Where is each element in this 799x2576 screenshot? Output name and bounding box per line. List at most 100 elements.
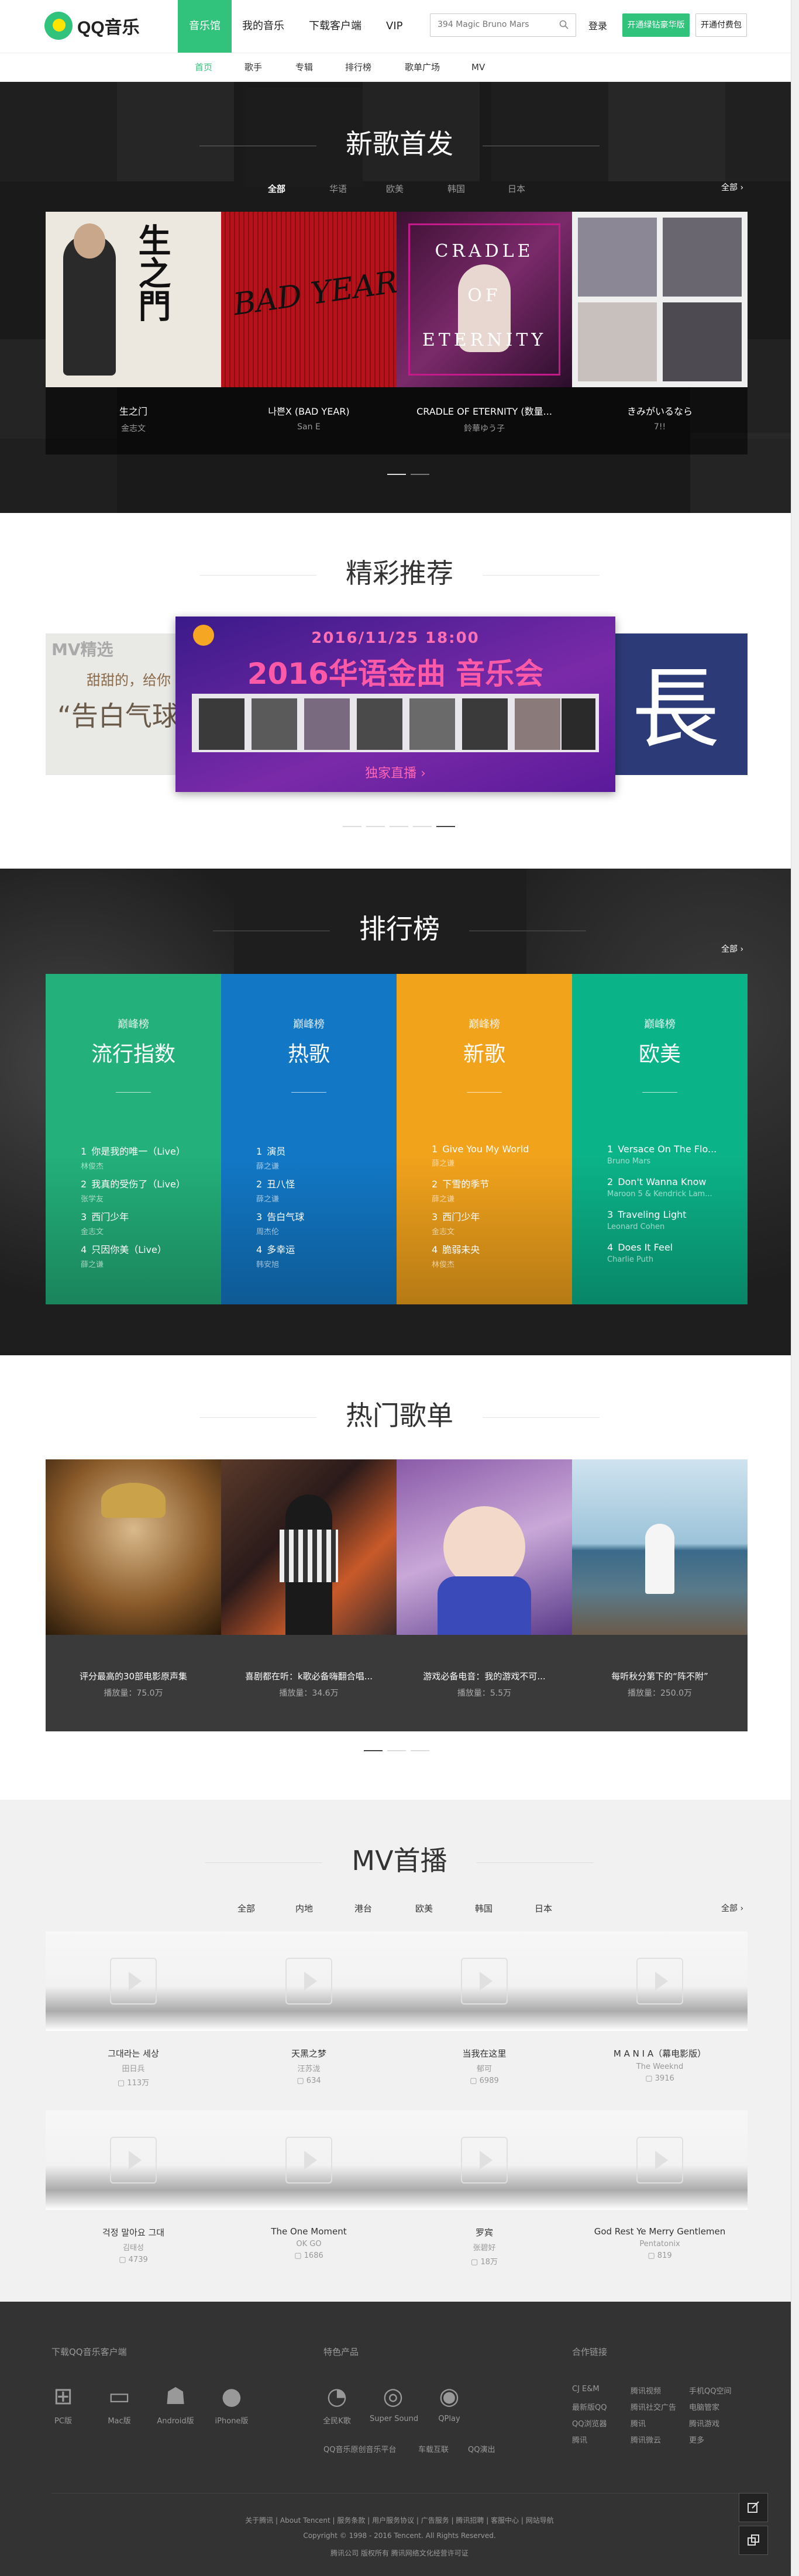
rank-song-title[interactable]: 2 丑八怪 <box>256 1176 385 1190</box>
carousel-dot[interactable] <box>387 1750 406 1751</box>
nav-music-hall[interactable]: 音乐馆 <box>178 0 232 53</box>
open-vip-button[interactable]: 开通绿钻豪华版 <box>622 13 690 37</box>
banner-left[interactable]: MV精选 甜甜的，给你 “告白气球 <box>46 633 175 775</box>
carousel-dot[interactable] <box>343 826 361 827</box>
partner-link[interactable]: 电脑管家 <box>689 2401 719 2412</box>
mv-artist[interactable]: 田日兵 <box>46 2062 221 2074</box>
song-title[interactable]: 나쁜X (BAD YEAR) <box>221 404 397 418</box>
rank-name[interactable]: 新歌 <box>397 1037 572 1067</box>
rank-song-title[interactable]: 2 Don't Wanna Know <box>607 1176 736 1187</box>
rank-song-row[interactable]: 2 我真的受伤了（Live） 张学友 <box>81 1176 209 1204</box>
partner-link[interactable]: 腾讯微云 <box>631 2434 661 2445</box>
mv-thumbnail[interactable] <box>572 2110 748 2210</box>
partner-link[interactable]: 腾讯游戏 <box>689 2417 719 2429</box>
mv-card[interactable]: 그대라는 세상 田日兵 ▢ 113万 <box>46 1931 221 2088</box>
banner-center-concert[interactable]: 2016/11/25 18:00 2016华语金曲 音乐会 独家直播 › <box>175 617 615 792</box>
product-label[interactable]: 全民K歌 <box>314 2415 360 2426</box>
album-cover[interactable]: BAD YEAR <box>221 212 397 387</box>
song-artist[interactable]: 7!! <box>572 422 748 432</box>
rank-song-artist[interactable]: Bruno Mars <box>607 1157 736 1166</box>
search-box[interactable] <box>430 13 576 37</box>
rank-song-name[interactable]: Does It Feel <box>618 1242 673 1253</box>
rank-song-row[interactable]: 1 你是我的唯一（Live） 林俊杰 <box>81 1144 209 1171</box>
rank-song-artist[interactable]: 薛之谦 <box>256 1193 385 1204</box>
playlist-title[interactable]: 游戏必备电音：我的游戏不可... <box>397 1670 572 1682</box>
rank-song-name[interactable]: 下雪的季节 <box>442 1179 489 1190</box>
rank-song-title[interactable]: 1 Versace On The Flo... <box>607 1144 736 1155</box>
rank-song-row[interactable]: 3 西门少年 金志文 <box>81 1209 209 1237</box>
nav-download-client[interactable]: 下载客户端 <box>309 0 361 53</box>
mv-tab-mainland[interactable]: 内地 <box>295 1902 313 1914</box>
product-qplay[interactable]: ◉ QPlay <box>426 2382 473 2423</box>
rank-song-artist[interactable]: 周杰伦 <box>256 1225 385 1237</box>
rank-song-artist[interactable]: 薛之谦 <box>432 1193 560 1204</box>
play-icon[interactable] <box>636 2137 683 2184</box>
subnav-mv[interactable]: MV <box>471 53 485 82</box>
playlist-card[interactable]: 每听秋分第下的“阵不附” 播放量：250.0万 <box>572 1459 748 1731</box>
mv-title[interactable]: 罗宾 <box>397 2226 572 2238</box>
mv-artist[interactable]: 郁可 <box>397 2062 572 2074</box>
mv-thumbnail[interactable] <box>46 2110 221 2210</box>
rank-song-row[interactable]: 2 丑八怪薛之谦 <box>256 1176 385 1204</box>
rank-song-artist[interactable]: 林俊杰 <box>81 1160 209 1171</box>
song-artist[interactable]: 金志文 <box>46 422 221 434</box>
playlist-title[interactable]: 喜剧都在听：k歌必备嗨翻合唱... <box>221 1670 397 1682</box>
mv-title[interactable]: The One Moment <box>221 2226 397 2237</box>
rank-card[interactable]: 巅峰榜 热歌 1 演员 薛之谦 2 丑八怪 薛之谦 3 告白气球 周杰伦 4 多幸运 韩安旭 <box>221 974 397 1304</box>
playlist-title[interactable]: 每听秋分第下的“阵不附” <box>572 1670 748 1682</box>
subnav-playlist-square[interactable]: 歌单广场 <box>405 53 440 82</box>
mv-artist[interactable]: OK GO <box>221 2240 397 2248</box>
rank-song-artist[interactable]: 韩安旭 <box>256 1258 385 1269</box>
rank-song-row[interactable]: 3 告白气球 周杰伦 <box>256 1209 385 1237</box>
login-link[interactable]: 登录 <box>588 0 607 53</box>
mv-title[interactable]: 当我在这里 <box>397 2047 572 2060</box>
new-songs-all-link[interactable]: 全部 › <box>721 181 743 193</box>
playlist-cover[interactable] <box>221 1459 397 1635</box>
mv-title[interactable]: 그대라는 세상 <box>46 2047 221 2060</box>
open-pay-package-button[interactable]: 开通付费包 <box>695 13 747 37</box>
subnav-home[interactable]: 首页 <box>195 53 212 82</box>
download-label[interactable]: PC版 <box>40 2415 87 2426</box>
carousel-dot-active[interactable] <box>436 826 455 827</box>
rank-song-row[interactable]: 1 Versace On The Flo... Bruno Mars <box>607 1144 736 1166</box>
rank-song-title[interactable]: 1 演员 <box>256 1144 385 1158</box>
rank-song-artist[interactable]: Charlie Puth <box>607 1255 736 1264</box>
playlist-cover[interactable] <box>397 1459 572 1635</box>
playlist-cover[interactable] <box>572 1459 748 1635</box>
mv-artist[interactable]: Pentatonix <box>572 2240 748 2248</box>
mv-thumbnail[interactable] <box>221 2110 397 2210</box>
rank-song-name[interactable]: 演员 <box>267 1146 285 1157</box>
rank-song-name[interactable]: 我真的受伤了（Live） <box>91 1179 185 1190</box>
rank-song-artist[interactable]: 张学友 <box>81 1193 209 1204</box>
song-title[interactable]: きみがいるなら <box>572 404 748 418</box>
mv-thumbnail[interactable] <box>397 1931 572 2031</box>
partner-link[interactable]: CJ E&M <box>572 2385 600 2394</box>
carousel-dot[interactable] <box>411 474 429 475</box>
download-label[interactable]: iPhone版 <box>208 2415 255 2426</box>
new-tab-korean[interactable]: 韩国 <box>447 182 465 195</box>
footer-links[interactable]: 关于腾讯 | About Tencent | 服务条款 | 用户服务协议 | 广… <box>0 2515 799 2525</box>
new-tab-chinese[interactable]: 华语 <box>329 182 347 195</box>
page-scrollbar[interactable] <box>791 0 799 2576</box>
carousel-dot[interactable] <box>411 1750 429 1751</box>
rank-song-title[interactable]: 3 西门少年 <box>432 1209 560 1223</box>
subnav-charts[interactable]: 排行榜 <box>345 53 371 82</box>
rank-card[interactable]: 巅峰榜 欧美 1 Versace On The Flo... Bruno Mars 2 Do… <box>572 974 748 1304</box>
new-tab-all[interactable]: 全部 <box>268 182 285 195</box>
partner-link[interactable]: QQ浏览器 <box>572 2417 607 2429</box>
play-icon[interactable] <box>461 1958 508 2005</box>
rank-song-name[interactable]: Versace On The Flo... <box>618 1144 717 1155</box>
live-stream-button[interactable]: 独家直播 › <box>175 763 615 781</box>
rank-song-artist[interactable]: 金志文 <box>81 1225 209 1237</box>
rank-name[interactable]: 欧美 <box>572 1037 748 1067</box>
rank-song-name[interactable]: 多幸运 <box>267 1244 295 1255</box>
new-song-card[interactable]: きみがいるなら 7!! <box>572 212 748 454</box>
rank-song-artist[interactable]: 薛之谦 <box>81 1258 209 1269</box>
mv-artist[interactable]: The Weeknd <box>572 2062 748 2071</box>
rank-song-name[interactable]: 西门少年 <box>442 1211 480 1222</box>
rank-song-title[interactable]: 2 下雪的季节 <box>432 1176 560 1190</box>
mv-thumbnail[interactable] <box>397 2110 572 2210</box>
rank-song-row[interactable]: 4 Does It Feel Charlie Puth <box>607 1242 736 1264</box>
play-icon[interactable] <box>636 1958 683 2005</box>
rank-song-name[interactable]: 告白气球 <box>267 1211 304 1222</box>
